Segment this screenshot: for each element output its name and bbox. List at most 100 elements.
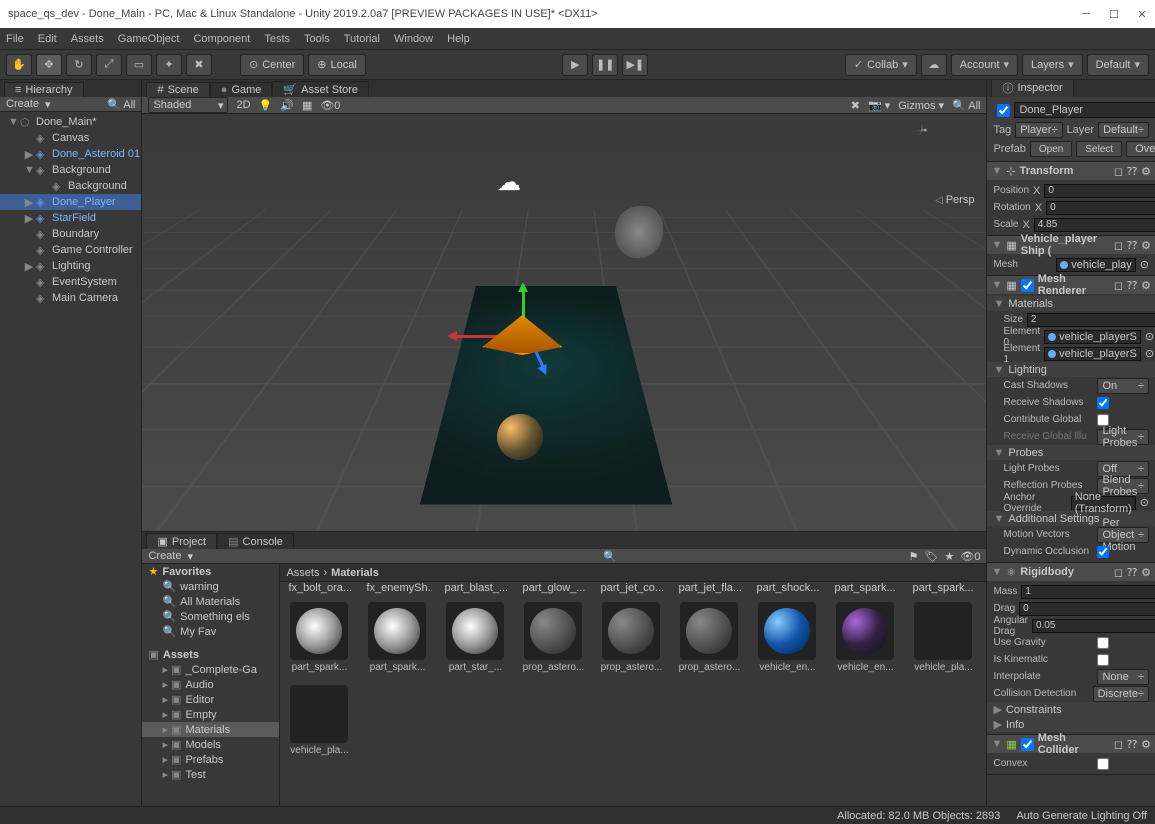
fx-toggle-icon[interactable]: ▦ bbox=[302, 99, 312, 112]
hierarchy-item[interactable]: ▶◈StarField bbox=[0, 210, 141, 226]
component-meshcollider-header[interactable]: ▼▦Mesh Collider◻⁇⚙ bbox=[987, 735, 1155, 753]
mesh-reference[interactable]: vehicle_play bbox=[1056, 258, 1136, 272]
collab-button[interactable]: ✓ Collab ▾ bbox=[845, 54, 917, 76]
interpolate-dropdown[interactable]: None÷ bbox=[1097, 669, 1149, 685]
step-button[interactable]: ▶❚ bbox=[622, 54, 648, 76]
menu-help[interactable]: Help bbox=[447, 33, 470, 45]
transform-tool[interactable]: ✦ bbox=[156, 54, 182, 76]
gameobject-name-field[interactable] bbox=[1014, 102, 1155, 118]
materials-size[interactable] bbox=[1027, 313, 1155, 327]
tab-inspector[interactable]: ⓘ Inspector bbox=[991, 80, 1073, 97]
audio-toggle-icon[interactable]: 🔊 bbox=[280, 99, 294, 112]
layers-dropdown[interactable]: Layers ▾ bbox=[1022, 54, 1083, 76]
material-0[interactable]: vehicle_playerS bbox=[1044, 330, 1141, 344]
folder-item[interactable]: ▸ ▣_Complete-Ga bbox=[142, 662, 279, 677]
material-thumbnail[interactable]: prop_astero... bbox=[598, 602, 664, 673]
folder-item[interactable]: ▸ ▣Audio bbox=[142, 677, 279, 692]
close-icon[interactable]: ✕ bbox=[1137, 9, 1147, 19]
prefab-select-button[interactable]: Select bbox=[1076, 141, 1122, 157]
prefab-overrides-button[interactable]: Overrides ▾ bbox=[1126, 141, 1155, 157]
dynamic-occlusion-checkbox[interactable] bbox=[1097, 546, 1109, 558]
scene-viewport[interactable]: ☁ y x z ◁ Persp bbox=[142, 114, 986, 531]
folder-item[interactable]: ▸ ▣Editor bbox=[142, 692, 279, 707]
folder-item[interactable]: ▸ ▣Prefabs bbox=[142, 752, 279, 767]
tag-dropdown[interactable]: Player÷ bbox=[1015, 122, 1062, 138]
collision-detection-dropdown[interactable]: Discrete÷ bbox=[1093, 686, 1149, 702]
account-dropdown[interactable]: Account ▾ bbox=[951, 54, 1018, 76]
menu-file[interactable]: File bbox=[6, 33, 24, 45]
tab-project[interactable]: ▣ Project bbox=[146, 533, 217, 549]
breadcrumb-assets[interactable]: Assets bbox=[286, 567, 319, 579]
scale-tool[interactable]: ⤢ bbox=[96, 54, 122, 76]
rotate-tool[interactable]: ↻ bbox=[66, 54, 92, 76]
tab-asset-store[interactable]: 🛒 Asset Store bbox=[272, 81, 369, 97]
pivot-center-toggle[interactable]: ⊙ Center bbox=[240, 54, 304, 76]
component-meshrenderer-header[interactable]: ▼▦Mesh Renderer◻⁇⚙ bbox=[987, 276, 1155, 294]
hierarchy-item[interactable]: ◈Game Controller bbox=[0, 242, 141, 258]
gizmos-dropdown[interactable]: Gizmos ▾ bbox=[898, 99, 944, 112]
material-thumbnail[interactable]: vehicle_en... bbox=[754, 602, 820, 673]
hierarchy-item[interactable]: ▼◈Background bbox=[0, 162, 141, 178]
tab-scene[interactable]: # Scene bbox=[146, 82, 209, 97]
hierarchy-scene-root[interactable]: Done_Main* bbox=[36, 116, 97, 128]
hierarchy-item[interactable]: ◈Boundary bbox=[0, 226, 141, 242]
folder-item[interactable]: ▸ ▣Empty bbox=[142, 707, 279, 722]
favorite-item[interactable]: 🔍My Fav bbox=[142, 624, 279, 639]
angular-drag-field[interactable] bbox=[1032, 619, 1155, 633]
menu-gameobject[interactable]: GameObject bbox=[118, 33, 180, 45]
material-thumbnail[interactable]: prop_astero... bbox=[676, 602, 742, 673]
menu-edit[interactable]: Edit bbox=[38, 33, 57, 45]
folder-item[interactable]: ▸ ▣Test bbox=[142, 767, 279, 782]
local-global-toggle[interactable]: ⊕ Local bbox=[308, 54, 366, 76]
constraints-foldout[interactable]: Constraints bbox=[1006, 704, 1062, 716]
info-foldout[interactable]: Info bbox=[1006, 719, 1024, 731]
cast-shadows-dropdown[interactable]: On÷ bbox=[1097, 378, 1149, 394]
move-tool[interactable]: ✥ bbox=[36, 54, 62, 76]
scene-search[interactable]: 🔍 All bbox=[952, 99, 980, 112]
material-thumbnail[interactable]: part_spark... bbox=[286, 602, 352, 673]
2d-toggle[interactable]: 2D bbox=[236, 99, 250, 111]
hierarchy-item[interactable]: ▶◈Done_Asteroid 01 bbox=[0, 146, 141, 162]
material-thumbnail[interactable]: vehicle_en... bbox=[832, 602, 898, 673]
star-icon[interactable]: ★ bbox=[945, 550, 955, 563]
use-gravity-checkbox[interactable] bbox=[1097, 637, 1109, 649]
project-search-icon[interactable]: 🔍 bbox=[603, 550, 617, 563]
material-thumbnail[interactable]: part_spark... bbox=[364, 602, 430, 673]
hierarchy-item[interactable]: ◈Canvas bbox=[0, 130, 141, 146]
custom-tool[interactable]: ✖ bbox=[186, 54, 212, 76]
favorite-item[interactable]: 🔍Something els bbox=[142, 609, 279, 624]
camera-icon[interactable]: 📷 ▾ bbox=[868, 99, 890, 112]
rect-tool[interactable]: ▭ bbox=[126, 54, 152, 76]
gameobject-active-checkbox[interactable] bbox=[997, 104, 1010, 117]
selected-player-ship[interactable] bbox=[482, 315, 562, 355]
menu-assets[interactable]: Assets bbox=[71, 33, 104, 45]
mass-field[interactable] bbox=[1021, 585, 1155, 599]
material-thumbnail[interactable]: part_star_... bbox=[442, 602, 508, 673]
drag-field[interactable] bbox=[1019, 602, 1155, 616]
folder-item[interactable]: ▸ ▣Materials bbox=[142, 722, 279, 737]
hierarchy-item[interactable]: ▶◈Lighting bbox=[0, 258, 141, 274]
shading-mode-dropdown[interactable]: Shaded▾ bbox=[148, 97, 228, 113]
menu-tutorial[interactable]: Tutorial bbox=[344, 33, 380, 45]
material-thumbnail[interactable]: vehicle_pla... bbox=[910, 602, 976, 673]
material-thumbnail[interactable]: prop_astero... bbox=[520, 602, 586, 673]
convex-checkbox[interactable] bbox=[1097, 758, 1109, 770]
lighting-toggle-icon[interactable]: 💡 bbox=[259, 99, 273, 112]
component-meshfilter-header[interactable]: ▼▦Vehicle_player Ship (◻⁇⚙ bbox=[987, 236, 1155, 254]
tab-game[interactable]: ● Game bbox=[210, 82, 273, 97]
menu-tools[interactable]: Tools bbox=[304, 33, 330, 45]
menu-component[interactable]: Component bbox=[193, 33, 250, 45]
hierarchy-item[interactable]: ▶◈Done_Player bbox=[0, 194, 141, 210]
layer-dropdown[interactable]: Default÷ bbox=[1098, 122, 1149, 138]
cloud-button[interactable]: ☁ bbox=[921, 54, 947, 76]
assets-header[interactable]: Assets bbox=[163, 649, 199, 661]
project-create[interactable]: Create bbox=[148, 550, 181, 562]
hierarchy-item[interactable]: ◈EventSystem bbox=[0, 274, 141, 290]
component-rigidbody-header[interactable]: ▼⚛Rigidbody◻⁇⚙ bbox=[987, 563, 1155, 581]
hierarchy-search[interactable]: 🔍 All bbox=[107, 98, 135, 111]
hierarchy-create[interactable]: Create bbox=[6, 98, 39, 110]
scale-x[interactable] bbox=[1034, 218, 1155, 232]
is-kinematic-checkbox[interactable] bbox=[1097, 654, 1109, 666]
projection-label[interactable]: ◁ Persp bbox=[935, 194, 974, 206]
tab-console[interactable]: ▤ Console bbox=[217, 533, 294, 549]
